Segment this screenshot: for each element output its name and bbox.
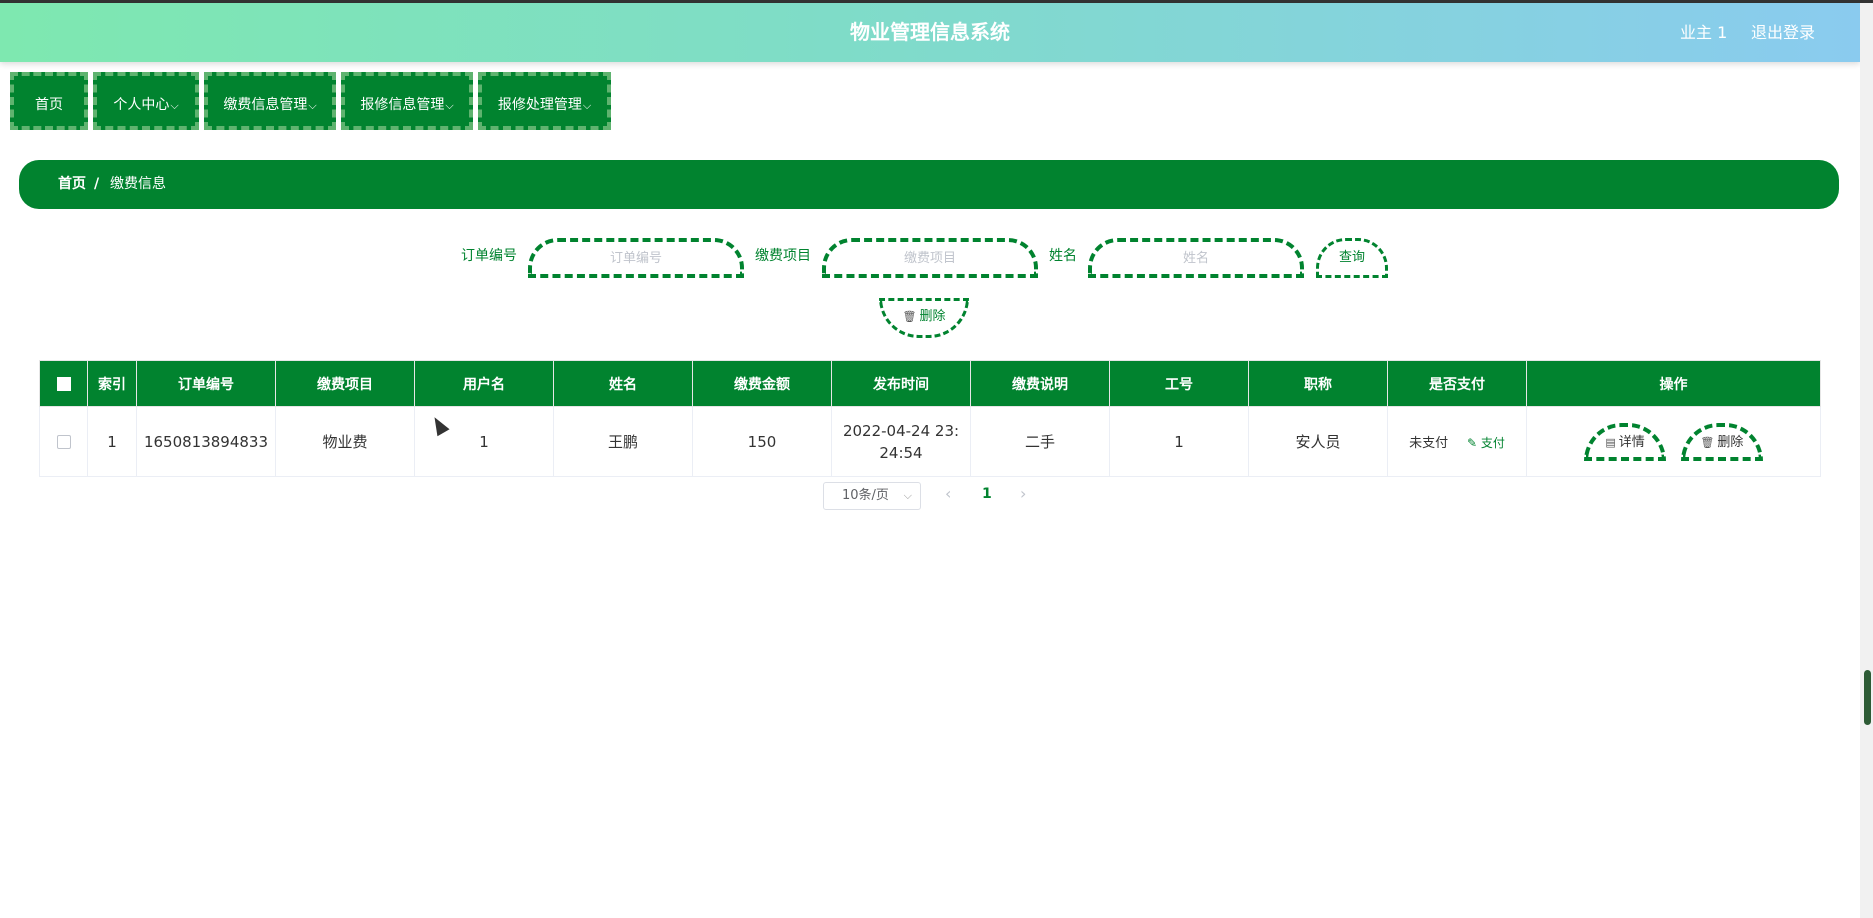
- chevron-down-icon: ⌵: [903, 489, 912, 502]
- select-all-cell: [39, 360, 88, 407]
- table-header-row: 索引 订单编号 缴费项目 用户名 姓名 缴费金额 发布时间 缴费说明 工号 职称…: [39, 360, 1821, 407]
- breadcrumb-home[interactable]: 首页: [58, 160, 86, 209]
- paid-status: 未支付: [1409, 436, 1449, 451]
- scrollbar-thumb[interactable]: [1864, 670, 1871, 725]
- nav-item-personal-center[interactable]: 个人中心⌵: [93, 72, 199, 130]
- chevron-down-icon: ⌵: [308, 99, 317, 112]
- trash-icon: 🗑: [1700, 435, 1715, 449]
- nav-item-home[interactable]: 首页: [10, 72, 88, 130]
- breadcrumb-separator: /: [94, 176, 100, 192]
- column-header: 索引: [87, 360, 137, 407]
- nav-item-label: 个人中心: [113, 97, 170, 113]
- order-no-input[interactable]: [528, 238, 744, 278]
- column-header: 发布时间: [831, 360, 971, 407]
- batch-delete-button[interactable]: 🗑 删除: [879, 298, 969, 338]
- cell-paid: 未支付 ✎ 支付: [1387, 406, 1527, 477]
- vertical-scrollbar[interactable]: [1860, 3, 1873, 918]
- breadcrumb-current: 缴费信息: [110, 176, 166, 192]
- row-delete-button[interactable]: 🗑 删除: [1680, 422, 1763, 461]
- nav-item-label: 报修处理管理: [497, 97, 582, 113]
- payment-table: 索引 订单编号 缴费项目 用户名 姓名 缴费金额 发布时间 缴费说明 工号 职称…: [39, 360, 1821, 477]
- column-header: 操作: [1526, 360, 1821, 407]
- cell-description: 二手: [970, 406, 1110, 477]
- trash-icon: 🗑: [902, 310, 917, 323]
- order-no-label: 订单编号: [461, 248, 517, 264]
- query-button[interactable]: 查询: [1316, 238, 1388, 278]
- edit-icon: ✎: [1466, 436, 1477, 450]
- cell-name: 王鹏: [553, 406, 693, 477]
- column-header: 工号: [1109, 360, 1249, 407]
- table-row: 1 1650813894833 物业费 1 王鹏 150 2022-04-24 …: [39, 406, 1821, 477]
- column-header: 是否支付: [1387, 360, 1527, 407]
- column-header: 缴费金额: [692, 360, 832, 407]
- next-page-icon[interactable]: ›: [1020, 484, 1026, 503]
- top-header: 物业管理信息系统 业主 1 退出登录: [0, 3, 1860, 62]
- pay-link[interactable]: ✎ 支付: [1467, 436, 1505, 450]
- row-delete-label: 删除: [1717, 434, 1744, 450]
- cell-amount: 150: [692, 406, 832, 477]
- column-header: 用户名: [414, 360, 554, 407]
- pay-link-label: 支付: [1480, 436, 1505, 450]
- cell-job-no: 1: [1109, 406, 1249, 477]
- prev-page-icon[interactable]: ‹: [945, 484, 951, 503]
- project-label: 缴费项目: [755, 248, 811, 264]
- cell-order-no: 1650813894833: [136, 406, 276, 477]
- logout-link[interactable]: 退出登录: [1751, 3, 1815, 62]
- batch-delete-label: 删除: [919, 309, 946, 324]
- chevron-down-icon: ⌵: [445, 99, 454, 112]
- cell-project: 物业费: [275, 406, 415, 477]
- column-header: 姓名: [553, 360, 693, 407]
- breadcrumb: 首页 / 缴费信息: [19, 160, 1839, 209]
- cell-actions: ▤ 详情 🗑 删除: [1526, 406, 1821, 477]
- cell-index: 1: [87, 406, 137, 477]
- cell-title: 安人员: [1248, 406, 1388, 477]
- document-icon: ▤: [1605, 435, 1616, 449]
- project-input[interactable]: [822, 238, 1038, 278]
- name-input[interactable]: [1088, 238, 1304, 278]
- nav-item-label: 首页: [35, 97, 63, 113]
- select-all-checkbox[interactable]: [56, 376, 71, 391]
- nav-item-label: 缴费信息管理: [223, 97, 308, 113]
- column-header: 缴费项目: [275, 360, 415, 407]
- nav-item-repair-processing[interactable]: 报修处理管理⌵: [478, 72, 611, 130]
- app-title: 物业管理信息系统: [850, 20, 1010, 44]
- column-header: 缴费说明: [970, 360, 1110, 407]
- nav-item-repair-management[interactable]: 报修信息管理⌵: [341, 72, 473, 130]
- chevron-down-icon: ⌵: [582, 99, 592, 112]
- nav-item-label: 报修信息管理: [360, 97, 445, 113]
- nav-item-payment-management[interactable]: 缴费信息管理⌵: [204, 72, 336, 130]
- cell-time: 2022-04-24 23:24:54: [831, 406, 971, 477]
- row-checkbox[interactable]: [56, 435, 71, 449]
- page-number-current[interactable]: 1: [982, 486, 992, 502]
- chevron-down-icon: ⌵: [170, 99, 179, 112]
- column-header: 职称: [1248, 360, 1388, 407]
- page-size-select[interactable]: 10条/页 ⌵: [823, 482, 921, 510]
- detail-button-label: 详情: [1618, 434, 1645, 450]
- current-user: 业主 1: [1680, 23, 1728, 42]
- row-select-cell: [39, 406, 88, 477]
- column-header: 订单编号: [136, 360, 276, 407]
- page-size-value: 10条/页: [842, 488, 889, 503]
- detail-button[interactable]: ▤ 详情: [1584, 422, 1667, 461]
- name-label: 姓名: [1049, 248, 1077, 264]
